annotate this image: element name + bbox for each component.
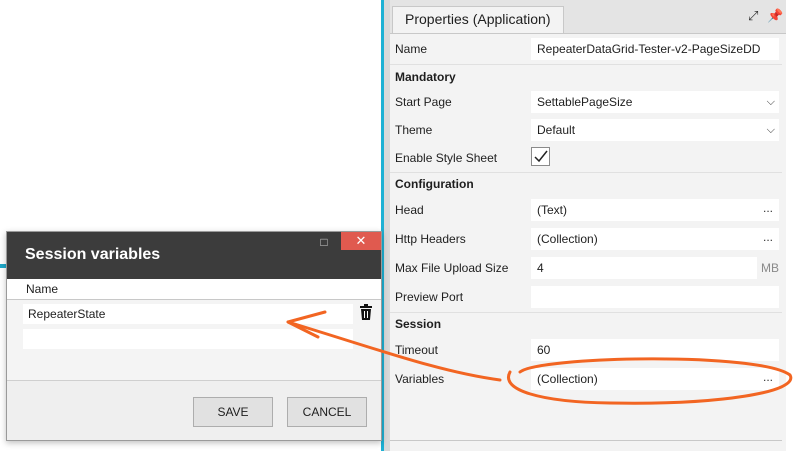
property-row-variables: Variables (Collection) ... (390, 365, 782, 393)
head-value: (Text) (537, 203, 567, 217)
unit-label: MB (761, 261, 779, 275)
variable-name-input[interactable]: RepeaterState (23, 304, 353, 324)
checkmark-icon (534, 150, 548, 163)
cancel-button[interactable]: CANCEL (287, 397, 367, 427)
dialog-title: Session variables (25, 246, 161, 263)
property-label: Enable Style Sheet (395, 151, 498, 165)
panel-bottom-border (390, 440, 782, 441)
property-row-name: Name RepeaterDataGrid-Tester-v2-PageSize… (390, 35, 782, 63)
timeout-field[interactable]: 60 (531, 339, 779, 361)
http-headers-field[interactable]: (Collection) ... (531, 228, 779, 250)
start-page-select[interactable]: SettablePageSize ⌵ (531, 91, 779, 113)
property-row-start-page: Start Page SettablePageSize ⌵ (390, 88, 782, 116)
variable-name-input-new[interactable] (23, 329, 353, 349)
column-header-name: Name (26, 282, 59, 296)
preview-port-field[interactable] (531, 286, 779, 308)
save-button[interactable]: SAVE (193, 397, 273, 427)
expand-icon[interactable]: ⤢ (748, 8, 758, 24)
property-row-http-headers: Http Headers (Collection) ... (390, 225, 782, 253)
head-field[interactable]: (Text) ... (531, 199, 779, 221)
properties-header: Properties (Application) ⤢ 📌 (390, 0, 786, 34)
section-configuration: Configuration (395, 177, 474, 191)
http-headers-value: (Collection) (537, 232, 598, 246)
start-page-value: SettablePageSize (537, 95, 633, 109)
variables-field[interactable]: (Collection) ... (531, 368, 779, 390)
max-file-upload-field[interactable]: 4 (531, 257, 757, 279)
trash-icon[interactable] (359, 304, 373, 323)
column-header: Name (7, 279, 381, 300)
property-row-enable-style-sheet: Enable Style Sheet (390, 144, 782, 172)
section-mandatory: Mandatory (395, 70, 456, 84)
properties-panel: Properties (Application) ⤢ 📌 Name Repeat… (390, 0, 786, 451)
theme-select[interactable]: Default ⌵ (531, 119, 779, 141)
dialog-title-bar[interactable]: Session variables □ ✕ (7, 232, 381, 279)
divider (390, 312, 782, 313)
chevron-down-icon[interactable]: ⌵ (767, 119, 775, 141)
ellipsis-button[interactable]: ... (763, 366, 773, 388)
property-label: Name (395, 42, 428, 56)
close-icon[interactable]: ✕ (341, 232, 381, 250)
property-row-theme: Theme Default ⌵ (390, 116, 782, 144)
variables-value: (Collection) (537, 372, 598, 386)
session-variables-dialog: Session variables □ ✕ Name RepeaterState… (6, 231, 382, 441)
maximize-icon[interactable]: □ (311, 234, 337, 250)
divider (390, 64, 782, 65)
property-row-timeout: Timeout 60 (390, 336, 782, 364)
property-label: Start Page (395, 95, 452, 109)
property-label: Http Headers (395, 232, 466, 246)
dialog-footer-divider (7, 380, 381, 381)
property-row-preview-port: Preview Port (390, 283, 782, 311)
name-field[interactable]: RepeaterDataGrid-Tester-v2-PageSizeDD (531, 38, 779, 60)
ellipsis-button[interactable]: ... (763, 226, 773, 248)
property-row-head: Head (Text) ... (390, 196, 782, 224)
section-session: Session (395, 317, 442, 331)
property-label: Head (395, 203, 424, 217)
property-label: Variables (395, 372, 445, 386)
ellipsis-button[interactable]: ... (763, 197, 773, 219)
enable-style-sheet-checkbox[interactable] (531, 147, 550, 166)
theme-value: Default (537, 123, 576, 137)
tab-properties-application[interactable]: Properties (Application) (392, 6, 564, 33)
property-row-max-file-upload: Max File Upload Size 4 MB (390, 254, 782, 282)
divider (390, 172, 782, 173)
chevron-down-icon[interactable]: ⌵ (767, 91, 775, 113)
property-label: Preview Port (395, 290, 464, 304)
pin-icon[interactable]: 📌 (767, 8, 783, 24)
property-label: Theme (395, 123, 433, 137)
property-label: Max File Upload Size (395, 261, 509, 275)
property-label: Timeout (395, 343, 438, 357)
